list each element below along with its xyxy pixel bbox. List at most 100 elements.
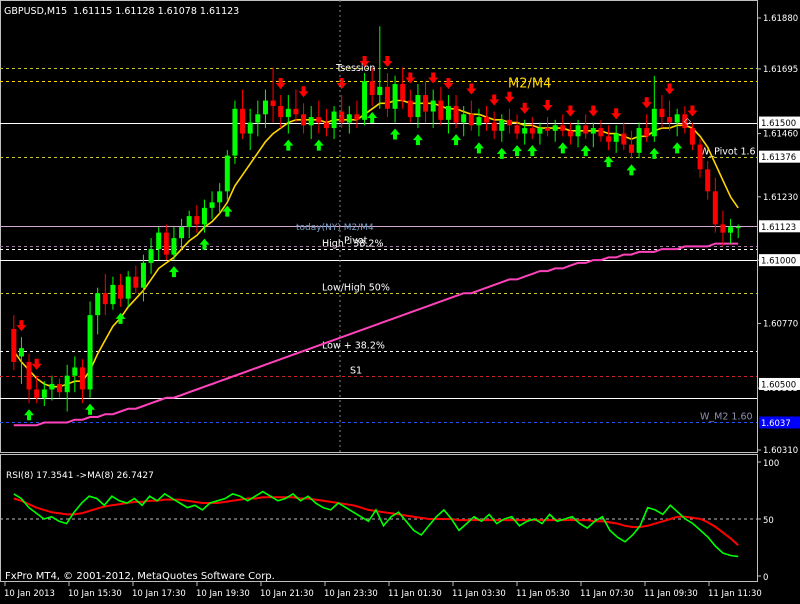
price-tag-label: 1.60500 bbox=[761, 380, 796, 390]
candle-bull bbox=[461, 114, 467, 123]
candle-bear bbox=[407, 100, 413, 118]
rsi-label: RSI(8) 17.3541 ->MA(8) 26.7427 bbox=[6, 471, 154, 481]
price-tag-label: 1.6037 bbox=[761, 419, 791, 429]
candle-bull bbox=[201, 207, 207, 225]
diamond-marker: ◇ bbox=[684, 117, 691, 127]
candle-bear bbox=[26, 361, 32, 390]
candle-bear bbox=[720, 224, 726, 233]
candle-bull bbox=[613, 133, 619, 142]
candle-bear bbox=[384, 86, 390, 109]
candle-bear bbox=[133, 276, 139, 288]
y-tick-label: 1.61460 bbox=[763, 130, 798, 140]
candle-bear bbox=[400, 84, 406, 101]
candle-bear bbox=[598, 128, 604, 137]
chart-window[interactable]: M2/M4 W_Pivot 1.6 Pivot High - 38.2% Low/Hig… bbox=[0, 0, 800, 600]
candle-bull bbox=[476, 117, 482, 126]
y-tick-label: 1.61880 bbox=[763, 14, 798, 24]
candle-bear bbox=[423, 95, 429, 112]
y-tick-label: 1.60310 bbox=[763, 446, 798, 456]
candle-bull bbox=[445, 106, 451, 120]
price-chart[interactable]: M2/M4W_Pivot 1.6PivotHigh - 38.2%Low/Hig… bbox=[0, 0, 800, 600]
candle-bear bbox=[369, 81, 375, 96]
y-tick-label: 1.60770 bbox=[763, 319, 798, 329]
level-label: Low/High 50% bbox=[322, 283, 390, 294]
today-label: today(NY) M2/M4 bbox=[296, 223, 374, 233]
candle-bull bbox=[262, 100, 268, 115]
candle-bear bbox=[712, 191, 718, 225]
rsi-y-tick-label: 0 bbox=[763, 573, 768, 583]
candle-bear bbox=[323, 122, 329, 129]
candle-bear bbox=[468, 114, 474, 126]
candle-bull bbox=[377, 86, 383, 96]
candle-bull bbox=[285, 108, 291, 118]
tsession-label: Tsession bbox=[335, 63, 375, 74]
x-tick-label: 10 Jan 2013 bbox=[4, 589, 55, 599]
candle-bear bbox=[240, 108, 246, 134]
candle-bull bbox=[499, 119, 505, 131]
candle-bull bbox=[346, 114, 352, 123]
x-tick-label: 10 Jan 23:30 bbox=[324, 589, 378, 599]
x-tick-label: 11 Jan 05:30 bbox=[516, 589, 570, 599]
candle-bear bbox=[79, 367, 85, 390]
candle-bull bbox=[392, 84, 398, 109]
candle-bull bbox=[209, 202, 215, 208]
candle-bull bbox=[308, 117, 314, 126]
candle-bull bbox=[537, 128, 543, 134]
candle-bull bbox=[636, 128, 642, 153]
x-tick-label: 11 Jan 09:30 bbox=[644, 589, 698, 599]
candle-bear bbox=[102, 293, 108, 305]
candle-bull bbox=[232, 108, 238, 156]
level-label: High - 38.2% bbox=[322, 239, 383, 250]
candle-bear bbox=[34, 389, 40, 398]
candle-bull bbox=[415, 95, 421, 118]
x-tick-label: 10 Jan 21:30 bbox=[260, 589, 314, 599]
x-tick-label: 11 Jan 11:30 bbox=[708, 589, 762, 599]
level-label: W_M2 1.60 bbox=[700, 412, 753, 423]
candle-bear bbox=[11, 328, 17, 362]
candle-bull bbox=[674, 114, 680, 123]
candle-bear bbox=[697, 144, 703, 170]
candle-bear bbox=[606, 136, 612, 142]
candle-bear bbox=[567, 130, 573, 137]
candle-bear bbox=[644, 128, 650, 137]
chart-symbol: GBPUSD,M15 bbox=[4, 6, 67, 17]
candle-bear bbox=[514, 125, 520, 134]
candle-bear bbox=[583, 125, 589, 134]
candle-bull bbox=[331, 111, 337, 129]
candle-bull bbox=[552, 125, 558, 131]
candle-bear bbox=[293, 108, 299, 115]
candle-bear bbox=[278, 106, 284, 118]
x-tick-label: 10 Jan 17:30 bbox=[132, 589, 186, 599]
candle-bull bbox=[247, 122, 253, 134]
candle-bear bbox=[667, 117, 673, 123]
level-label: M2/M4 bbox=[508, 77, 551, 92]
candle-bull bbox=[125, 276, 131, 299]
candle-bull bbox=[430, 100, 436, 112]
candle-bull bbox=[575, 125, 581, 137]
candle-bear bbox=[270, 100, 276, 107]
candle-bull bbox=[651, 108, 657, 137]
candle-bull bbox=[87, 315, 93, 390]
chart-background bbox=[0, 0, 800, 600]
candle-bear bbox=[484, 117, 490, 123]
candle-bear bbox=[316, 117, 322, 123]
rsi-y-tick-label: 50 bbox=[763, 516, 774, 526]
x-tick-label: 10 Jan 19:30 bbox=[196, 589, 250, 599]
candle-bull bbox=[255, 114, 261, 123]
candle-bear bbox=[453, 106, 459, 123]
candle-bear bbox=[118, 284, 124, 299]
candle-bear bbox=[659, 108, 665, 118]
candle-bear bbox=[621, 133, 627, 145]
candle-bear bbox=[57, 383, 63, 393]
candle-bull bbox=[49, 383, 55, 390]
y-tick-label: 1.61695 bbox=[763, 65, 798, 75]
candle-bull bbox=[522, 128, 528, 134]
candle-bull bbox=[41, 389, 47, 398]
candle-bull bbox=[72, 367, 78, 376]
candle-bull bbox=[18, 348, 24, 357]
chart-ohlc: 1.61115 1.61128 1.61078 1.61123 bbox=[73, 6, 239, 17]
price-tag-label: 1.61500 bbox=[761, 119, 796, 129]
candle-bull bbox=[95, 293, 101, 316]
x-tick-label: 11 Jan 07:30 bbox=[580, 589, 634, 599]
candle-bear bbox=[560, 125, 566, 131]
